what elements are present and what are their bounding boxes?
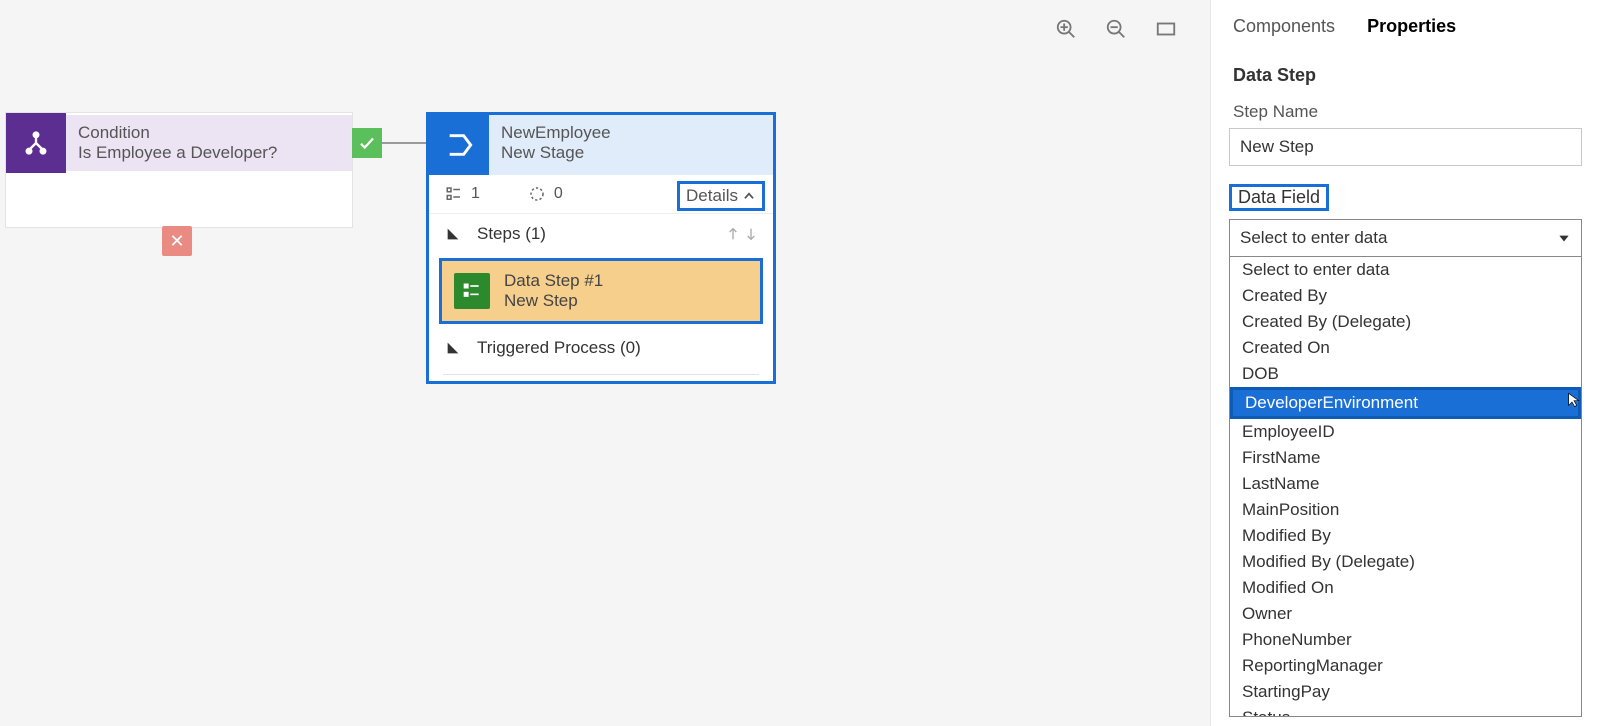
fit-screen-icon[interactable] xyxy=(1155,18,1177,45)
stage-node[interactable]: NewEmployee New Stage 1 0 Details Steps … xyxy=(426,112,776,384)
dropdown-option[interactable]: Created On xyxy=(1230,335,1581,361)
step-title: Data Step #1 xyxy=(504,271,603,291)
dropdown-option[interactable]: Status xyxy=(1230,705,1581,717)
reorder-arrows-icon[interactable] xyxy=(725,226,759,242)
chevron-down-icon xyxy=(1557,231,1571,245)
zoom-in-icon[interactable] xyxy=(1055,18,1077,45)
tab-components[interactable]: Components xyxy=(1233,16,1335,37)
branch-no-icon[interactable]: ✕ xyxy=(162,226,192,256)
branch-icon xyxy=(6,113,66,173)
stage-entity: NewEmployee xyxy=(501,123,761,143)
dropdown-option[interactable]: Created By (Delegate) xyxy=(1230,309,1581,335)
data-field-dropdown[interactable]: Select to enter dataCreated ByCreated By… xyxy=(1229,257,1582,717)
step-name-label: Step Name xyxy=(1233,102,1578,122)
dropdown-option[interactable]: Owner xyxy=(1230,601,1581,627)
data-field-label: Data Field xyxy=(1229,184,1329,211)
dropdown-option[interactable]: LastName xyxy=(1230,471,1581,497)
dropdown-option[interactable]: StartingPay xyxy=(1230,679,1581,705)
steps-section-header[interactable]: Steps (1) xyxy=(429,214,773,254)
branch-yes-icon[interactable] xyxy=(352,128,382,158)
details-toggle[interactable]: Details xyxy=(677,181,765,211)
connector-line xyxy=(382,142,426,144)
data-step-item[interactable]: Data Step #1 New Step xyxy=(439,258,763,324)
dropdown-option[interactable]: Modified By (Delegate) xyxy=(1230,549,1581,575)
stage-icon xyxy=(429,115,489,175)
zoom-out-icon[interactable] xyxy=(1105,18,1127,45)
process-canvas[interactable]: Condition Is Employee a Developer? ✕ New… xyxy=(0,0,1210,726)
stage-name: New Stage xyxy=(501,143,761,163)
dropdown-option[interactable]: FirstName xyxy=(1230,445,1581,471)
dropdown-option[interactable]: Select to enter data xyxy=(1230,257,1581,283)
dropdown-option[interactable]: Created By xyxy=(1230,283,1581,309)
dropdown-option[interactable]: EmployeeID xyxy=(1230,419,1581,445)
data-field-select[interactable]: Select to enter data xyxy=(1229,219,1582,257)
chevron-up-icon xyxy=(742,189,756,203)
stage-loop-icon: 0 xyxy=(528,185,563,203)
triangle-collapse-icon xyxy=(445,340,461,356)
condition-title: Is Employee a Developer? xyxy=(78,143,340,163)
condition-node[interactable]: Condition Is Employee a Developer? xyxy=(5,112,353,228)
cursor-icon xyxy=(1566,392,1582,413)
dropdown-option[interactable]: DOB xyxy=(1230,361,1581,387)
dropdown-option[interactable]: ReportingManager xyxy=(1230,653,1581,679)
dropdown-option[interactable]: MainPosition xyxy=(1230,497,1581,523)
step-name-input[interactable] xyxy=(1229,128,1582,166)
step-subtitle: New Step xyxy=(504,291,603,311)
dropdown-option[interactable]: PhoneNumber xyxy=(1230,627,1581,653)
tab-properties[interactable]: Properties xyxy=(1367,16,1456,37)
stage-steps-icon: 1 xyxy=(445,185,480,203)
triggered-process-header[interactable]: Triggered Process (0) xyxy=(429,328,773,368)
dropdown-option[interactable]: Modified On xyxy=(1230,575,1581,601)
condition-type-label: Condition xyxy=(78,123,340,143)
properties-panel: Components Properties Data Step Step Nam… xyxy=(1210,0,1600,726)
dropdown-option[interactable]: Modified By xyxy=(1230,523,1581,549)
triangle-collapse-icon xyxy=(445,226,461,242)
panel-section-title: Data Step xyxy=(1233,65,1578,86)
dropdown-option[interactable]: DeveloperEnvironment xyxy=(1230,387,1581,419)
form-icon xyxy=(454,273,490,309)
canvas-toolbar xyxy=(1055,18,1177,45)
